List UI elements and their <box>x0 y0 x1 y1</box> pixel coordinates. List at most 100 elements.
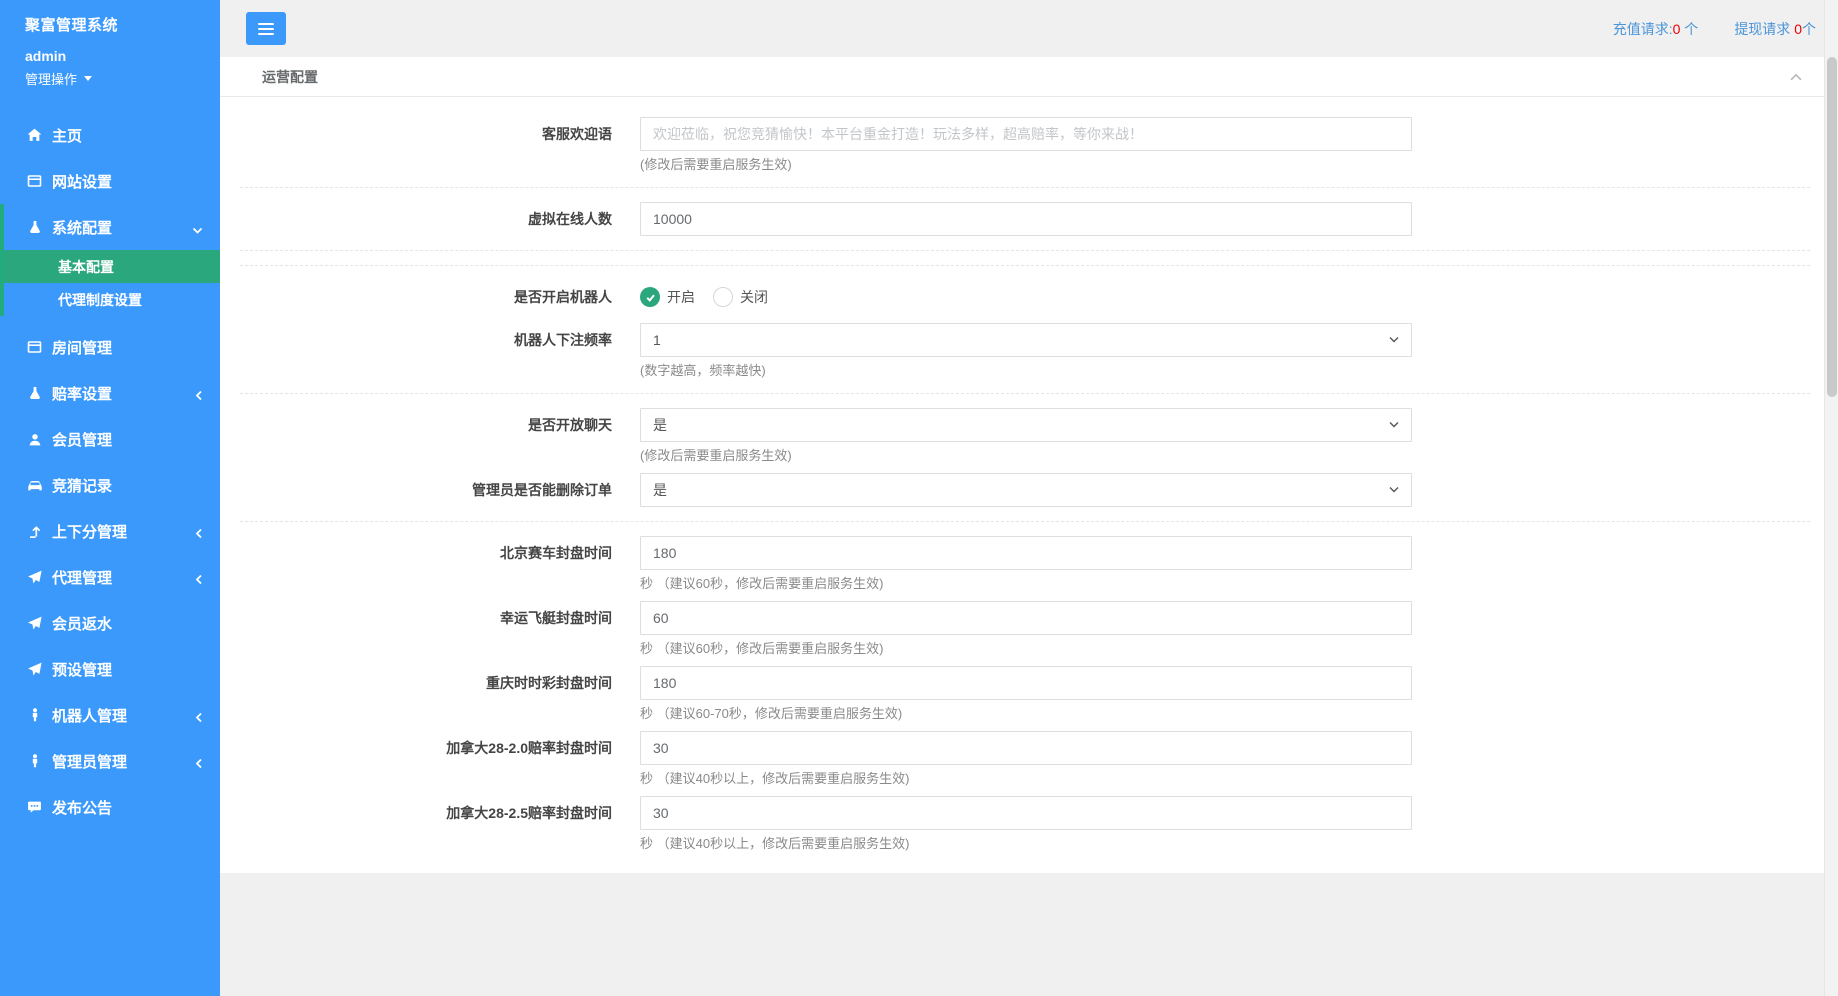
chevron-left-icon <box>195 388 203 405</box>
form-row: 北京赛车封盘时间 秒 （建议60秒，修改后需要重启服务生效) <box>240 536 1810 592</box>
sidebar-subitem-basic-config[interactable]: 基本配置 <box>0 250 220 283</box>
topbar: 充值请求:0 个 提现请求 0个 <box>220 0 1824 57</box>
sidebar-item-label: 代理管理 <box>52 567 112 588</box>
withdraw-request-count: 0 <box>1794 21 1802 37</box>
sidebar-item-home[interactable]: 主页 <box>0 112 220 158</box>
field-note: 秒 （建议40秒以上，修改后需要重启服务生效) <box>640 771 1412 787</box>
caret-down-icon <box>84 76 92 81</box>
radio-label: 开启 <box>667 287 695 307</box>
topbar-links: 充值请求:0 个 提现请求 0个 <box>1613 19 1816 39</box>
sidebar-nav: 主页 网站设置 系统配置 <box>0 112 220 830</box>
sidebar-item-label: 发布公告 <box>52 797 112 818</box>
sidebar-item-label: 管理员管理 <box>52 751 127 772</box>
sidebar-item-label: 上下分管理 <box>52 521 127 542</box>
field-label: 机器人下注频率 <box>240 323 640 379</box>
sidebar-item-admin-management[interactable]: 管理员管理 <box>0 738 220 784</box>
scrollbar-thumb[interactable] <box>1827 57 1837 397</box>
chevron-left-icon <box>195 756 203 773</box>
sidebar-item-label: 主页 <box>52 125 82 146</box>
chat-open-select[interactable]: 是 <box>640 408 1412 442</box>
sidebar-item-system-config[interactable]: 系统配置 <box>0 204 220 250</box>
field-label: 客服欢迎语 <box>240 117 640 173</box>
field-label: 管理员是否能删除订单 <box>240 473 640 507</box>
sidebar-item-label: 竞猜记录 <box>52 475 112 496</box>
paper-plane-icon <box>26 662 43 676</box>
field-label: 北京赛车封盘时间 <box>240 536 640 592</box>
welcome-message-input[interactable] <box>640 117 1412 151</box>
window-icon <box>26 174 43 188</box>
flask-icon <box>26 220 43 234</box>
lucky-airship-close-time-input[interactable] <box>640 601 1412 635</box>
sidebar-toggle-button[interactable] <box>246 12 286 45</box>
virtual-online-count-input[interactable] <box>640 202 1412 236</box>
sidebar-item-publish-announcement[interactable]: 发布公告 <box>0 784 220 830</box>
car-icon <box>26 479 43 492</box>
sidebar-item-points-management[interactable]: 上下分管理 <box>0 508 220 554</box>
group-separator <box>240 250 1810 251</box>
main-area: 充值请求:0 个 提现请求 0个 运营配置 客服欢迎语 (修改后需要重启服务生效… <box>220 0 1824 996</box>
field-note: 秒 （建议40秒以上，修改后需要重启服务生效) <box>640 836 1412 852</box>
field-note: (数字越高，频率越快) <box>640 363 1412 379</box>
sidebar-item-room-management[interactable]: 房间管理 <box>0 324 220 370</box>
cq-ssc-close-time-input[interactable] <box>640 666 1412 700</box>
field-note: 秒 （建议60-70秒，修改后需要重启服务生效) <box>640 706 1412 722</box>
person-icon <box>26 754 43 768</box>
field-label: 重庆时时彩封盘时间 <box>240 666 640 722</box>
sidebar-item-member-rebate[interactable]: 会员返水 <box>0 600 220 646</box>
hamburger-icon <box>258 23 274 25</box>
sidebar-subitem-label: 基本配置 <box>58 257 114 277</box>
app-title: 聚富管理系统 <box>0 0 220 35</box>
paper-plane-icon <box>26 570 43 584</box>
form-row: 管理员是否能删除订单 是 <box>240 473 1810 507</box>
group-separator <box>240 521 1810 522</box>
sidebar-item-odds-settings[interactable]: 赔率设置 <box>0 370 220 416</box>
field-label: 是否开启机器人 <box>240 280 640 314</box>
panel-body: 客服欢迎语 (修改后需要重启服务生效) 虚拟在线人数 <box>220 97 1824 873</box>
current-user: admin <box>0 35 220 64</box>
panel-header: 运营配置 <box>220 57 1824 97</box>
sidebar-item-site-settings[interactable]: 网站设置 <box>0 158 220 204</box>
sidebar-item-bet-records[interactable]: 竞猜记录 <box>0 462 220 508</box>
robot-on-radio[interactable] <box>640 287 660 307</box>
sidebar-item-agent-management[interactable]: 代理管理 <box>0 554 220 600</box>
transfer-icon <box>26 525 43 538</box>
group-separator <box>240 393 1810 394</box>
chevron-left-icon <box>195 710 203 727</box>
sidebar-item-label: 预设管理 <box>52 659 112 680</box>
window-icon <box>26 340 43 354</box>
sidebar-item-member-management[interactable]: 会员管理 <box>0 416 220 462</box>
group-separator <box>240 265 1810 266</box>
robot-frequency-select[interactable]: 1 <box>640 323 1412 357</box>
sidebar-item-robot-management[interactable]: 机器人管理 <box>0 692 220 738</box>
sidebar-item-label: 赔率设置 <box>52 383 112 404</box>
form-row: 加拿大28-2.0赔率封盘时间 秒 （建议40秒以上，修改后需要重启服务生效) <box>240 731 1810 787</box>
withdraw-requests-link[interactable]: 提现请求 0个 <box>1734 19 1816 39</box>
robot-off-radio[interactable] <box>713 287 733 307</box>
canada28-20-close-time-input[interactable] <box>640 731 1412 765</box>
sidebar-item-label: 房间管理 <box>52 337 112 358</box>
form-row: 加拿大28-2.5赔率封盘时间 秒 （建议40秒以上，修改后需要重启服务生效) <box>240 796 1810 852</box>
chevron-left-icon <box>195 572 203 589</box>
form-row: 虚拟在线人数 <box>240 202 1810 236</box>
user-menu-dropdown[interactable]: 管理操作 <box>0 64 220 88</box>
group-separator <box>240 187 1810 188</box>
sidebar-item-label: 系统配置 <box>52 217 112 238</box>
field-note: (修改后需要重启服务生效) <box>640 157 1412 173</box>
comment-icon <box>26 800 43 814</box>
collapse-panel-icon[interactable] <box>1790 73 1802 81</box>
user-icon <box>26 433 43 446</box>
user-menu-label: 管理操作 <box>25 69 77 88</box>
page-scrollbar[interactable] <box>1824 0 1838 996</box>
sidebar-subitem-agent-policy[interactable]: 代理制度设置 <box>0 283 220 316</box>
field-label: 加拿大28-2.0赔率封盘时间 <box>240 731 640 787</box>
field-label: 幸运飞艇封盘时间 <box>240 601 640 657</box>
operations-config-panel: 运营配置 客服欢迎语 (修改后需要重启服务生效) 虚拟在线人数 <box>220 57 1824 873</box>
deposit-requests-link[interactable]: 充值请求:0 个 <box>1613 19 1699 39</box>
canada28-25-close-time-input[interactable] <box>640 796 1412 830</box>
form-row: 重庆时时彩封盘时间 秒 （建议60-70秒，修改后需要重启服务生效) <box>240 666 1810 722</box>
bj-racing-close-time-input[interactable] <box>640 536 1412 570</box>
sidebar-item-preset-management[interactable]: 预设管理 <box>0 646 220 692</box>
field-note: (修改后需要重启服务生效) <box>640 448 1412 464</box>
radio-label: 关闭 <box>740 287 768 307</box>
admin-delete-order-select[interactable]: 是 <box>640 473 1412 507</box>
